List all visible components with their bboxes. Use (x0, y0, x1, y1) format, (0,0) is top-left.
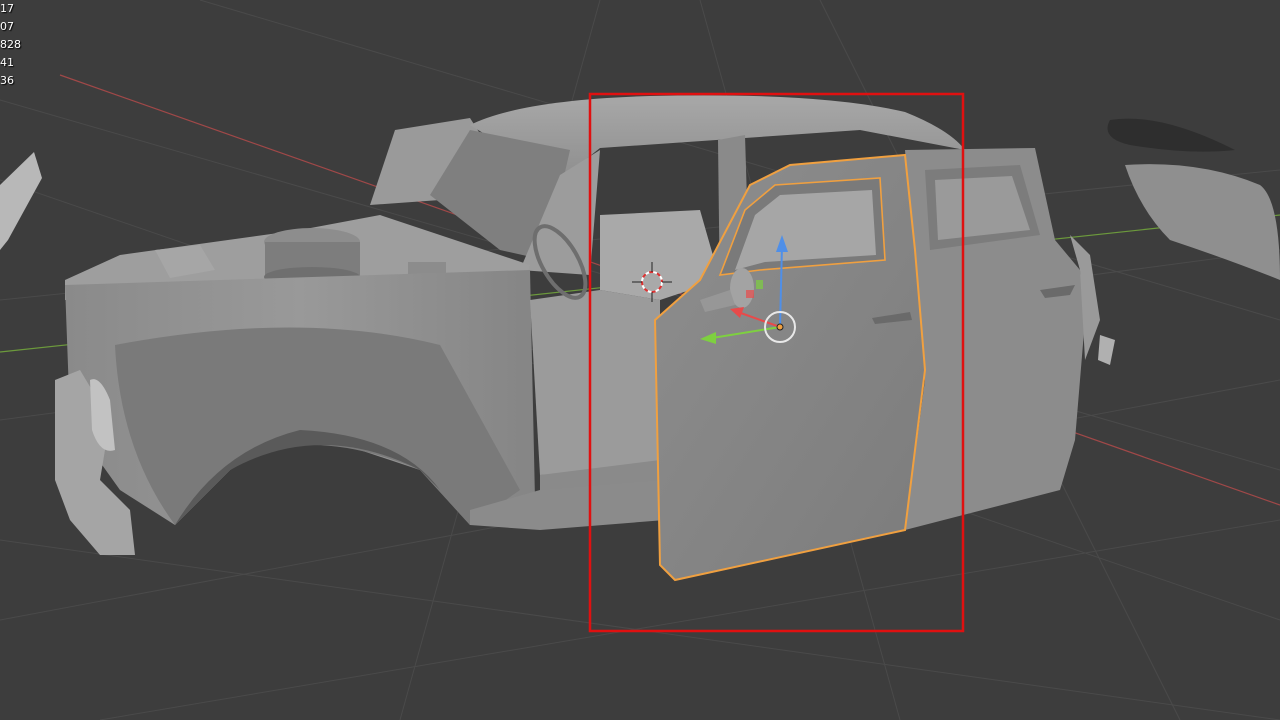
detached-hood-dark[interactable] (1107, 118, 1236, 152)
detached-panel-left[interactable] (0, 152, 42, 250)
3d-viewport[interactable]: 17 07 828 41 36 (0, 0, 1280, 720)
gizmo-plane-xz[interactable] (746, 290, 754, 298)
stat-line: 828 (0, 38, 21, 51)
viewport-scene[interactable] (0, 0, 1280, 720)
stat-line: 17 (0, 2, 14, 15)
stat-line: 41 (0, 56, 14, 69)
stat-line: 07 (0, 20, 14, 33)
detached-fender-right[interactable] (1125, 164, 1280, 280)
viewport-statistics: 17 07 828 41 36 (0, 0, 21, 90)
object-origin-icon (776, 323, 784, 331)
gizmo-plane-yz[interactable] (756, 280, 763, 289)
car-body[interactable] (55, 95, 1115, 555)
stat-line: 36 (0, 74, 14, 87)
